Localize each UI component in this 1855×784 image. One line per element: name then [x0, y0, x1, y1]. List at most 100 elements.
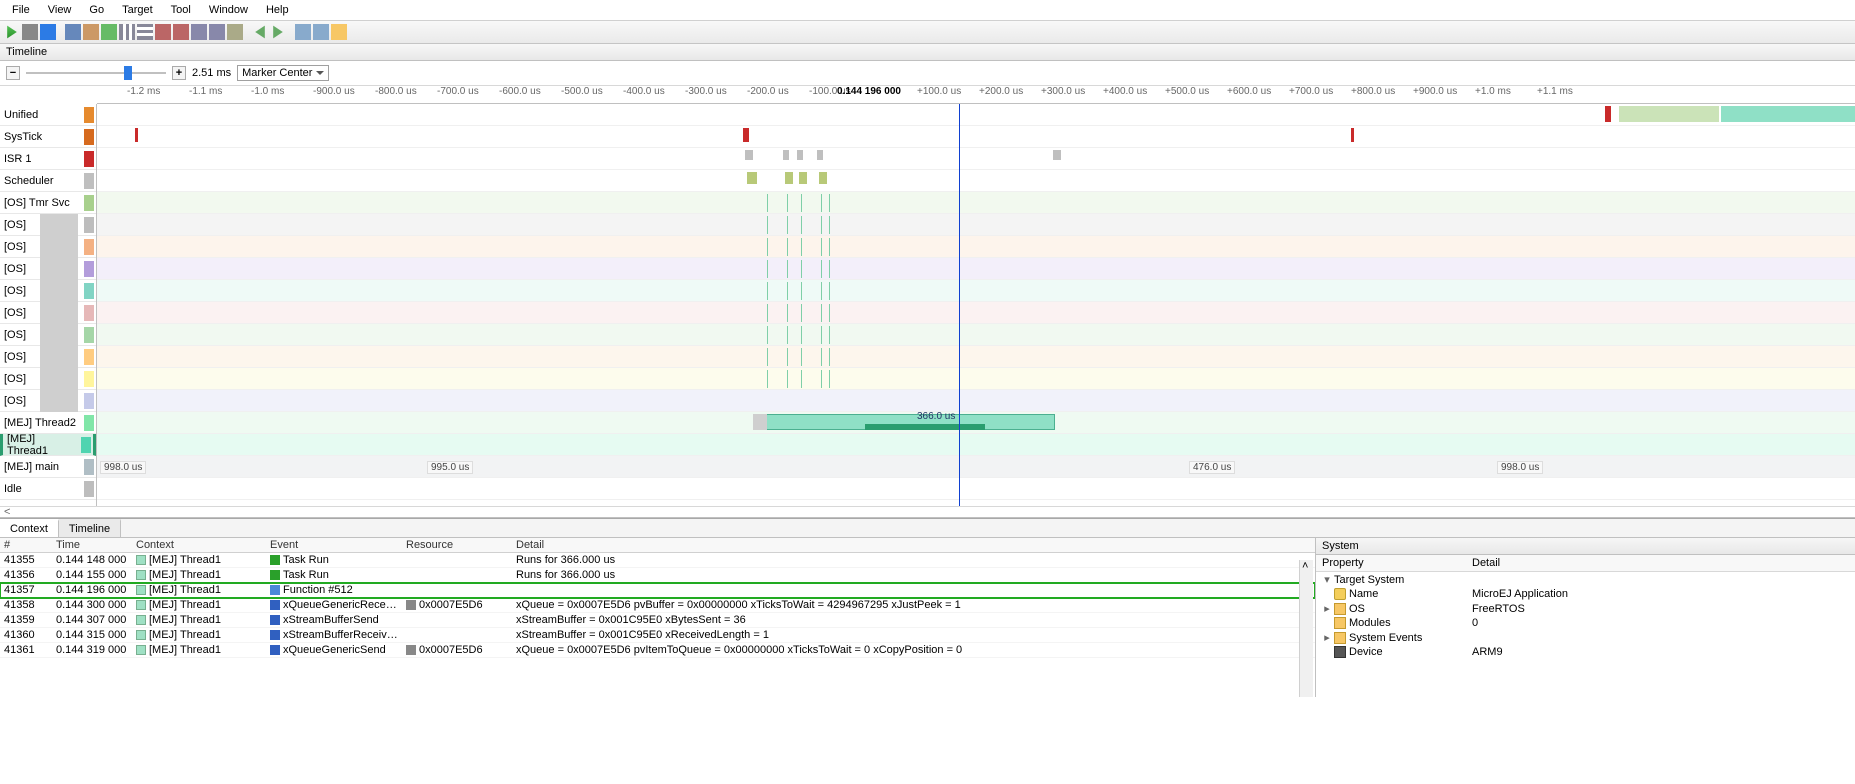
track-label[interactable]: [OS] Tmr Svc	[0, 192, 96, 214]
track-canvas[interactable]: 366.0 us 998.0 us995.0 us476.0 us998.0 us	[97, 104, 1855, 506]
col-resource[interactable]: Resource	[402, 538, 512, 553]
grid4-icon[interactable]	[209, 24, 225, 40]
time-ruler[interactable]: -1.2 ms -1.1 ms -1.0 ms -900.0 us -800.0…	[97, 86, 1855, 104]
system-row[interactable]: NameMicroEJ Application	[1316, 587, 1855, 601]
cell-num: 41356	[0, 568, 52, 583]
col-event[interactable]: Event	[266, 538, 402, 553]
syscol-detail[interactable]: Detail	[1466, 555, 1855, 572]
goto-next-icon[interactable]	[270, 24, 286, 40]
marker-mode-combo[interactable]: Marker Center	[237, 65, 329, 81]
cell-detail: Runs for 366.000 us	[512, 568, 1315, 583]
system-row[interactable]: DeviceARM9	[1316, 645, 1855, 659]
table-row[interactable]: 413550.144 148 000[MEJ] Thread1Task RunR…	[0, 553, 1315, 568]
event-table-scrollbar[interactable]: ˄	[1299, 560, 1313, 697]
tab-context[interactable]: Context	[0, 519, 59, 537]
event-type-icon	[270, 570, 280, 580]
track-lane[interactable]	[97, 434, 1855, 456]
syscol-property[interactable]: Property	[1316, 555, 1466, 572]
track-lane[interactable]	[97, 170, 1855, 192]
track-label[interactable]: Unified	[0, 104, 96, 126]
col-num[interactable]: #	[0, 538, 52, 553]
track-lane[interactable]	[97, 302, 1855, 324]
timeline-hscroll[interactable]: <	[0, 506, 1855, 518]
table-row[interactable]: 413580.144 300 000[MEJ] Thread1xQueueGen…	[0, 598, 1315, 613]
table-row[interactable]: 413560.144 155 000[MEJ] Thread1Task RunR…	[0, 568, 1315, 583]
grid3-icon[interactable]	[191, 24, 207, 40]
track-lane[interactable]	[97, 236, 1855, 258]
table-row[interactable]: 413600.144 315 000[MEJ] Thread1xStreamBu…	[0, 628, 1315, 643]
table-row[interactable]: 413570.144 196 000[MEJ] Thread1Function …	[0, 583, 1315, 598]
track-lane[interactable]	[97, 390, 1855, 412]
zoom-in-button[interactable]: +	[172, 66, 186, 80]
track-lane[interactable]	[97, 346, 1855, 368]
cell-resource: 0x0007E5D6	[402, 643, 512, 658]
track-label[interactable]: Idle	[0, 478, 96, 500]
menu-view[interactable]: View	[40, 2, 80, 18]
floating-time-label: 995.0 us	[427, 461, 473, 474]
track-lane[interactable]	[97, 148, 1855, 170]
ruler-tick: +400.0 us	[1103, 86, 1147, 97]
stack-icon[interactable]	[227, 24, 243, 40]
track-label[interactable]: [MEJ] main	[0, 456, 96, 478]
menu-help[interactable]: Help	[258, 2, 297, 18]
zoom-slider[interactable]	[26, 65, 166, 81]
col-context[interactable]: Context	[132, 538, 266, 553]
zoom-out-button[interactable]: −	[6, 66, 20, 80]
sync-icon[interactable]	[65, 24, 81, 40]
table-row[interactable]: 413590.144 307 000[MEJ] Thread1xStreamBu…	[0, 613, 1315, 628]
track-label-text: [OS]	[4, 241, 26, 253]
tree-arrow-icon[interactable]: ▸	[1322, 602, 1332, 615]
goto-prev-icon[interactable]	[252, 24, 268, 40]
cell-num: 41357	[0, 583, 52, 598]
system-row[interactable]: ▾Target System	[1316, 572, 1855, 588]
track-color-swatch	[84, 349, 94, 365]
system-row[interactable]: ▸OSFreeRTOS	[1316, 601, 1855, 616]
track-label[interactable]: [MEJ] Thread1	[0, 434, 96, 456]
track-lane[interactable]	[97, 104, 1855, 126]
menu-tool[interactable]: Tool	[163, 2, 199, 18]
track-lane[interactable]	[97, 478, 1855, 500]
track-lane[interactable]: 366.0 us	[97, 412, 1855, 434]
timeline-cursor[interactable]	[959, 104, 960, 506]
export-icon[interactable]	[313, 24, 329, 40]
track-lane[interactable]	[97, 258, 1855, 280]
pause-icon[interactable]	[22, 24, 38, 40]
track-lane[interactable]	[97, 214, 1855, 236]
menu-file[interactable]: File	[4, 2, 38, 18]
track-label[interactable]: ISR 1	[0, 148, 96, 170]
menu-go[interactable]: Go	[81, 2, 112, 18]
track-lane[interactable]	[97, 192, 1855, 214]
cell-num: 41359	[0, 613, 52, 628]
track-label-text: [MEJ] Thread2	[4, 417, 76, 429]
track-lane[interactable]	[97, 126, 1855, 148]
filter-icon[interactable]	[83, 24, 99, 40]
open-icon[interactable]	[331, 24, 347, 40]
refresh-icon[interactable]	[101, 24, 117, 40]
track-lane[interactable]	[97, 368, 1855, 390]
track-label[interactable]: [MEJ] Thread2	[0, 412, 96, 434]
system-row[interactable]: ▸System Events	[1316, 630, 1855, 645]
tree-arrow-icon[interactable]: ▸	[1322, 631, 1332, 644]
track-label[interactable]: SysTick	[0, 126, 96, 148]
col-time[interactable]: Time	[52, 538, 132, 553]
cell-event: xStreamBufferSend	[266, 613, 402, 628]
track-label[interactable]: Scheduler	[0, 170, 96, 192]
play-icon[interactable]	[4, 24, 20, 40]
menu-window[interactable]: Window	[201, 2, 256, 18]
table-row[interactable]: 413610.144 319 000[MEJ] Thread1xQueueGen…	[0, 643, 1315, 658]
grid2-icon[interactable]	[137, 24, 153, 40]
col-detail[interactable]: Detail	[512, 538, 1315, 553]
track-lane[interactable]	[97, 280, 1855, 302]
grid-icon[interactable]	[119, 24, 135, 40]
track-lane[interactable]: 998.0 us995.0 us476.0 us998.0 us	[97, 456, 1855, 478]
menu-target[interactable]: Target	[114, 2, 161, 18]
ruler-tick: +200.0 us	[979, 86, 1023, 97]
import-icon[interactable]	[295, 24, 311, 40]
tree-arrow-icon[interactable]: ▾	[1322, 573, 1332, 586]
system-row[interactable]: Modules0	[1316, 616, 1855, 630]
step-icon[interactable]	[40, 24, 56, 40]
track-lane[interactable]	[97, 324, 1855, 346]
bookmark-r-icon[interactable]	[173, 24, 189, 40]
tab-timeline[interactable]: Timeline	[59, 519, 121, 537]
bookmark-l-icon[interactable]	[155, 24, 171, 40]
